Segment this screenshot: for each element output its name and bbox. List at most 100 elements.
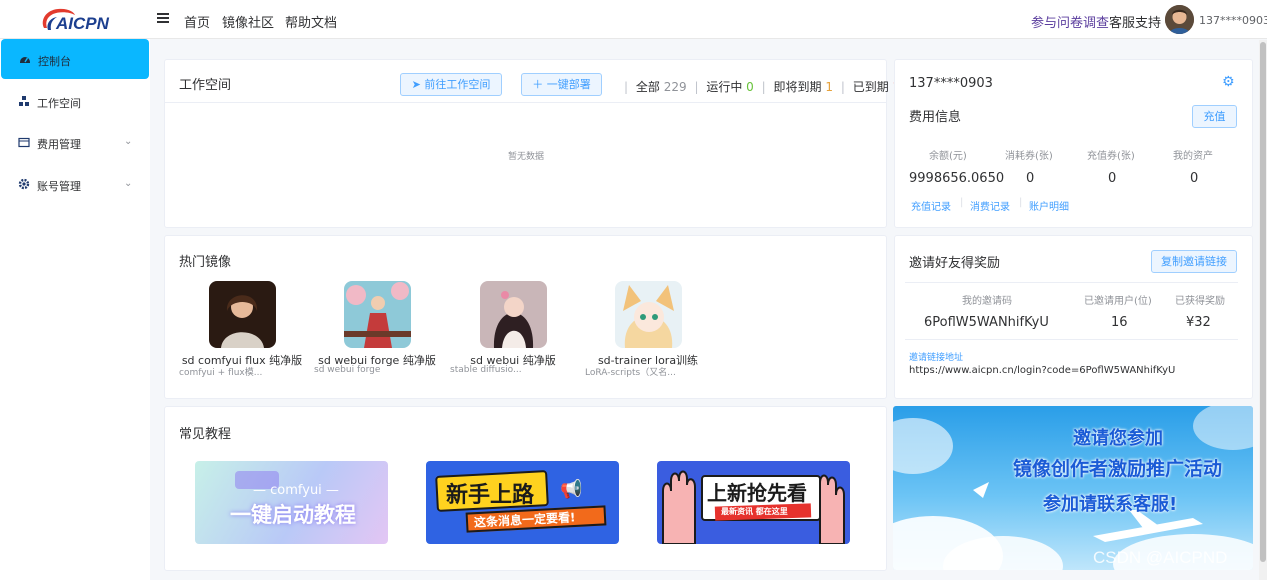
tutorials-title: 常见教程 bbox=[179, 427, 232, 442]
invite-code-label: 我的邀请码 bbox=[962, 296, 1012, 307]
divider bbox=[165, 102, 886, 103]
link-separator: | bbox=[960, 197, 964, 208]
balance-label: 余额(元) bbox=[929, 151, 967, 162]
scrollbar-thumb[interactable] bbox=[1260, 42, 1266, 562]
avatar[interactable] bbox=[1165, 5, 1194, 34]
stat-expiring[interactable]: 即将到期 1 bbox=[774, 78, 833, 95]
mirror-item[interactable]: sd webui 纯净版 stable diffusio... bbox=[443, 281, 583, 375]
support-link[interactable]: 客服支持 bbox=[1109, 12, 1161, 31]
scrollbar[interactable] bbox=[1259, 40, 1267, 580]
recharge-coupon-label: 充值券(张) bbox=[1087, 151, 1135, 162]
sidebar-item-account[interactable]: 账号管理 ⌄ bbox=[0, 164, 148, 204]
my-assets-label: 我的资产 bbox=[1173, 151, 1213, 162]
sidebar-item-label: 费用管理 bbox=[37, 138, 81, 151]
banner-line-3: 参加请联系客服! bbox=[1043, 494, 1178, 515]
stat-all[interactable]: 全部 229 bbox=[636, 78, 687, 95]
mirror-item[interactable]: sd-trainer lora训练 LoRA-scripts（又名... bbox=[578, 281, 718, 378]
menu-toggle-icon[interactable] bbox=[157, 13, 169, 23]
tutorial-small: 最新资讯 都在这里 bbox=[721, 507, 788, 516]
stat-running-label: 运行中 bbox=[706, 80, 743, 94]
goto-workspace-button[interactable]: ➤ 前往工作空间 bbox=[400, 73, 502, 96]
nav-home[interactable]: 首页 bbox=[184, 12, 210, 31]
invited-users-label: 已邀请用户(位) bbox=[1084, 296, 1152, 307]
survey-link[interactable]: 参与问卷调查 bbox=[1031, 12, 1109, 31]
stat-expiring-label: 即将到期 bbox=[773, 80, 822, 94]
sidebar-item-dashboard[interactable]: 控制台 bbox=[1, 39, 149, 79]
gear-icon bbox=[18, 178, 30, 190]
tutorial-card-comfyui[interactable]: — comfyui — 一键启动教程 bbox=[195, 461, 388, 544]
my-assets-value: 0 bbox=[1190, 171, 1199, 186]
dashboard-icon bbox=[19, 53, 31, 65]
chevron-down-icon: ⌄ bbox=[124, 178, 133, 189]
promo-banner[interactable]: 邀请您参加 镜像创作者激励推广活动 参加请联系客服! bbox=[893, 406, 1253, 570]
mirror-thumbnail bbox=[208, 281, 276, 348]
chevron-down-icon: ⌄ bbox=[124, 136, 133, 147]
sidebar: 控制台 工作空间 费用管理 ⌄ 账号管理 ⌄ bbox=[0, 39, 150, 580]
stat-all-value: 229 bbox=[663, 80, 687, 94]
hot-mirrors-title: 热门镜像 bbox=[179, 255, 232, 270]
mirror-item[interactable]: sd comfyui flux 纯净版 comfyui + flux模... bbox=[172, 281, 312, 378]
stat-expiring-value: 1 bbox=[825, 80, 833, 94]
invite-code-value: 6PoflW5WANhifKyU bbox=[924, 315, 1049, 330]
sidebar-item-workspace[interactable]: 工作空间 bbox=[0, 81, 148, 121]
sidebar-item-label: 控制台 bbox=[38, 55, 71, 68]
mirror-desc: stable diffusio... bbox=[450, 365, 522, 375]
mirror-desc: comfyui + flux模... bbox=[179, 368, 263, 378]
goto-workspace-label: 前往工作空间 bbox=[424, 78, 491, 91]
reward-label: 已获得奖励 bbox=[1175, 296, 1225, 307]
stat-running-value: 0 bbox=[746, 80, 754, 94]
mirror-thumbnail bbox=[343, 281, 411, 348]
mirror-thumbnail bbox=[614, 281, 682, 348]
settings-gear-icon[interactable]: ⚙ bbox=[1222, 74, 1235, 90]
tutorial-big: 一键启动教程 bbox=[230, 503, 356, 527]
tutorial-small: — comfyui — bbox=[253, 483, 339, 498]
logo[interactable]: AICPN bbox=[38, 6, 109, 34]
sidebar-item-label: 工作空间 bbox=[37, 97, 81, 110]
stat-all-label: 全部 bbox=[635, 80, 660, 94]
recharge-coupon-value: 0 bbox=[1108, 171, 1117, 186]
account-details-link[interactable]: 账户明细 bbox=[1029, 198, 1069, 213]
sidebar-item-label: 账号管理 bbox=[37, 180, 81, 193]
invite-title: 邀请好友得奖励 bbox=[909, 256, 1001, 271]
tutorial-card-news[interactable]: 上新抢先看 最新资讯 都在这里 bbox=[657, 461, 850, 544]
mirror-item[interactable]: sd webui forge 纯净版 sd webui forge bbox=[307, 281, 447, 375]
mirror-desc: sd webui forge bbox=[314, 365, 381, 375]
top-bar: AICPN 首页 镜像社区 帮助文档 参与问卷调查 客服支持 137****09… bbox=[0, 0, 1267, 39]
workspace-icon bbox=[18, 95, 30, 107]
banner-line-2: 镜像创作者激励推广活动 bbox=[1013, 458, 1223, 480]
account-username: 137****0903 bbox=[909, 76, 993, 91]
header-username[interactable]: 137****0903 bbox=[1199, 14, 1267, 27]
divider bbox=[905, 282, 1238, 283]
banner-line-1: 邀请您参加 bbox=[1073, 428, 1163, 449]
consume-coupon-label: 消耗券(张) bbox=[1005, 151, 1053, 162]
copy-invite-link-button[interactable]: 复制邀请链接 bbox=[1151, 250, 1237, 273]
mirror-desc: LoRA-scripts（又名... bbox=[585, 368, 676, 378]
logo-text: AICPN bbox=[56, 14, 109, 33]
fee-info-title: 费用信息 bbox=[909, 110, 962, 125]
tutorial-card-newbie[interactable]: 新手上路 这条消息一定要看! 📢 bbox=[426, 461, 619, 544]
recharge-button[interactable]: 充值 bbox=[1192, 105, 1237, 128]
empty-text: 暂无数据 bbox=[508, 152, 545, 162]
balance-value: 9998656.0650 bbox=[909, 171, 1005, 186]
plus-icon: ＋ bbox=[532, 78, 544, 91]
nav-help-docs[interactable]: 帮助文档 bbox=[285, 12, 337, 31]
tutorial-big: 上新抢先看 bbox=[707, 481, 807, 505]
link-separator: | bbox=[1019, 197, 1023, 208]
invite-link-url[interactable]: https://www.aicpn.cn/login?code=6PoflW5W… bbox=[909, 365, 1175, 376]
one-click-deploy-button[interactable]: ＋ 一键部署 bbox=[521, 73, 602, 96]
workspace-title: 工作空间 bbox=[179, 78, 232, 93]
deploy-label: 一键部署 bbox=[546, 78, 591, 91]
watermark: CSDN @AICPND bbox=[1093, 548, 1228, 567]
avatar-image bbox=[1165, 5, 1194, 34]
consume-records-link[interactable]: 消费记录 bbox=[970, 198, 1010, 213]
sidebar-item-billing[interactable]: 费用管理 ⌄ bbox=[0, 122, 148, 162]
stat-running[interactable]: 运行中 0 bbox=[706, 78, 753, 95]
wallet-icon bbox=[18, 136, 30, 148]
divider bbox=[905, 339, 1238, 340]
stat-expired-label: 已到期 bbox=[852, 80, 889, 94]
recharge-records-link[interactable]: 充值记录 bbox=[911, 198, 951, 213]
nav-mirror-community[interactable]: 镜像社区 bbox=[222, 12, 274, 31]
mirror-thumbnail bbox=[479, 281, 547, 348]
reward-value: ¥32 bbox=[1186, 315, 1211, 330]
workspace-stats: | 全部 229 | 运行中 0 | 即将到期 1 | 已到期 189 bbox=[620, 78, 915, 95]
